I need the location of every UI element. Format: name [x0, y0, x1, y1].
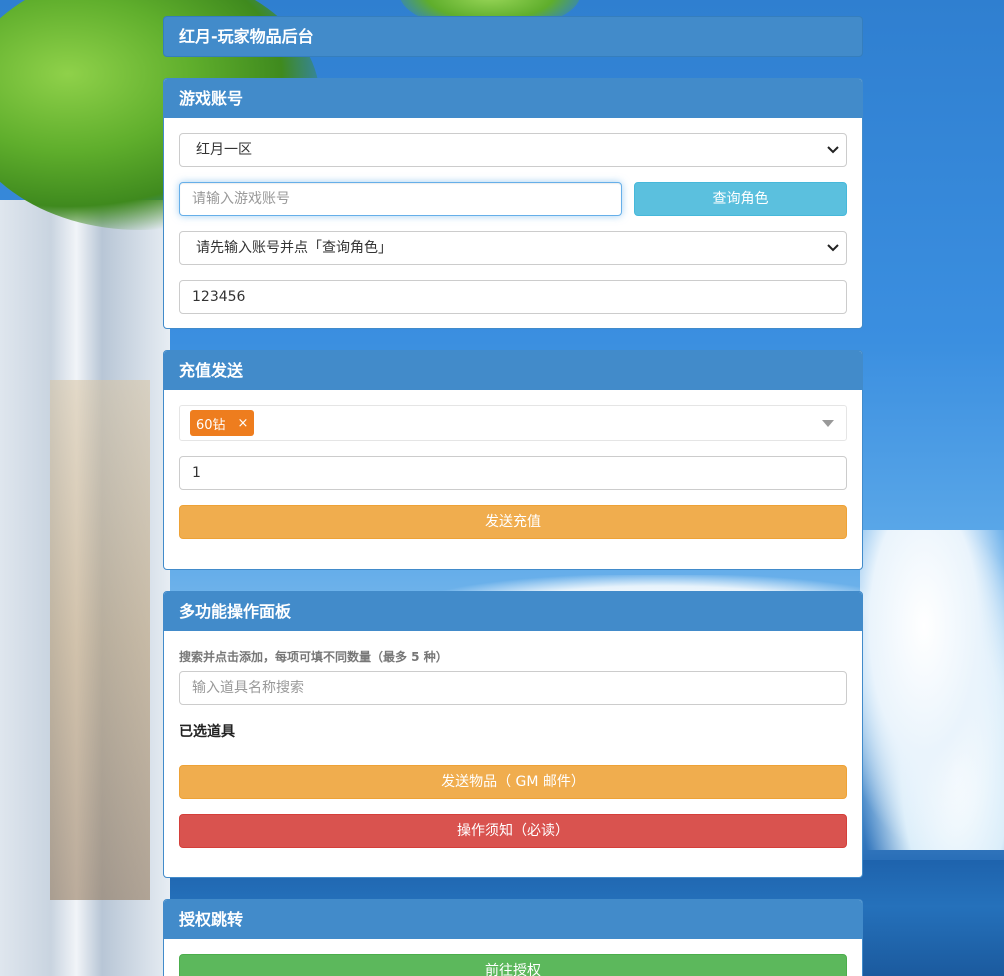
- password-input[interactable]: 123456: [179, 280, 847, 314]
- recharge-item-multiselect[interactable]: 60钻 ×: [179, 405, 847, 441]
- quantity-input[interactable]: 1: [179, 456, 847, 490]
- send-recharge-button[interactable]: 发送充值: [179, 505, 847, 539]
- server-select[interactable]: 红月一区: [179, 133, 847, 167]
- caret-down-icon[interactable]: [822, 420, 834, 427]
- multi-panel-body: 搜索并点击添加，每项可填不同数量（最多 5 种） 输入道具名称搜索 已选道具 发…: [164, 631, 862, 877]
- item-search-hint: 搜索并点击添加，每项可填不同数量（最多 5 种）: [179, 650, 448, 664]
- auth-panel-body: 前往授权: [164, 939, 862, 976]
- server-select-value: 红月一区: [196, 142, 252, 158]
- close-icon[interactable]: ×: [238, 416, 249, 431]
- main-container: 红月-玩家物品后台 游戏账号 红月一区 请输入游戏账号 查询角色 请先输入账号并…: [163, 16, 863, 976]
- password-input-value: 123456: [192, 289, 246, 305]
- item-search-input[interactable]: 输入道具名称搜索: [179, 671, 847, 705]
- selected-tag-label: 60钻: [196, 417, 226, 433]
- recharge-panel-body: 60钻 × 1 发送充值: [164, 390, 862, 569]
- chevron-down-icon: [827, 244, 839, 252]
- background-clouds-right: [860, 530, 1004, 850]
- chevron-down-icon: [827, 146, 839, 154]
- recharge-panel: 充值发送 60钻 × 1 发送充值: [163, 350, 863, 570]
- query-role-button[interactable]: 查询角色: [634, 182, 847, 216]
- account-input-placeholder: 请输入游戏账号: [192, 191, 290, 207]
- notice-button[interactable]: 操作须知（必读）: [179, 814, 847, 848]
- multi-function-panel: 多功能操作面板 搜索并点击添加，每项可填不同数量（最多 5 种） 输入道具名称搜…: [163, 591, 863, 878]
- selected-tag: 60钻 ×: [190, 410, 255, 436]
- account-input-col: 请输入游戏账号: [179, 182, 622, 216]
- auth-panel: 授权跳转 前往授权: [163, 899, 863, 976]
- account-panel: 游戏账号 红月一区 请输入游戏账号 查询角色 请先输入账号并点「查询角色」 12…: [163, 78, 863, 329]
- account-panel-body: 红月一区 请输入游戏账号 查询角色 请先输入账号并点「查询角色」 123456: [164, 118, 862, 328]
- multi-panel-heading: 多功能操作面板: [164, 592, 862, 631]
- background-house: [0, 200, 170, 976]
- account-query-row: 请输入游戏账号 查询角色: [179, 182, 847, 216]
- send-items-button[interactable]: 发送物品（ GM 邮件）: [179, 765, 847, 799]
- go-auth-button[interactable]: 前往授权: [179, 954, 847, 976]
- item-search-placeholder: 输入道具名称搜索: [192, 680, 304, 696]
- account-panel-heading: 游戏账号: [164, 79, 862, 118]
- recharge-panel-heading: 充值发送: [164, 351, 862, 390]
- query-button-col: 查询角色: [634, 182, 847, 216]
- role-select[interactable]: 请先输入账号并点「查询角色」: [179, 231, 847, 265]
- account-input[interactable]: 请输入游戏账号: [179, 182, 622, 216]
- auth-panel-heading: 授权跳转: [164, 900, 862, 939]
- role-select-value: 请先输入账号并点「查询角色」: [196, 240, 392, 256]
- selected-items-label: 已选道具: [179, 724, 235, 740]
- page-title: 红月-玩家物品后台: [163, 16, 863, 57]
- quantity-input-value: 1: [192, 465, 201, 481]
